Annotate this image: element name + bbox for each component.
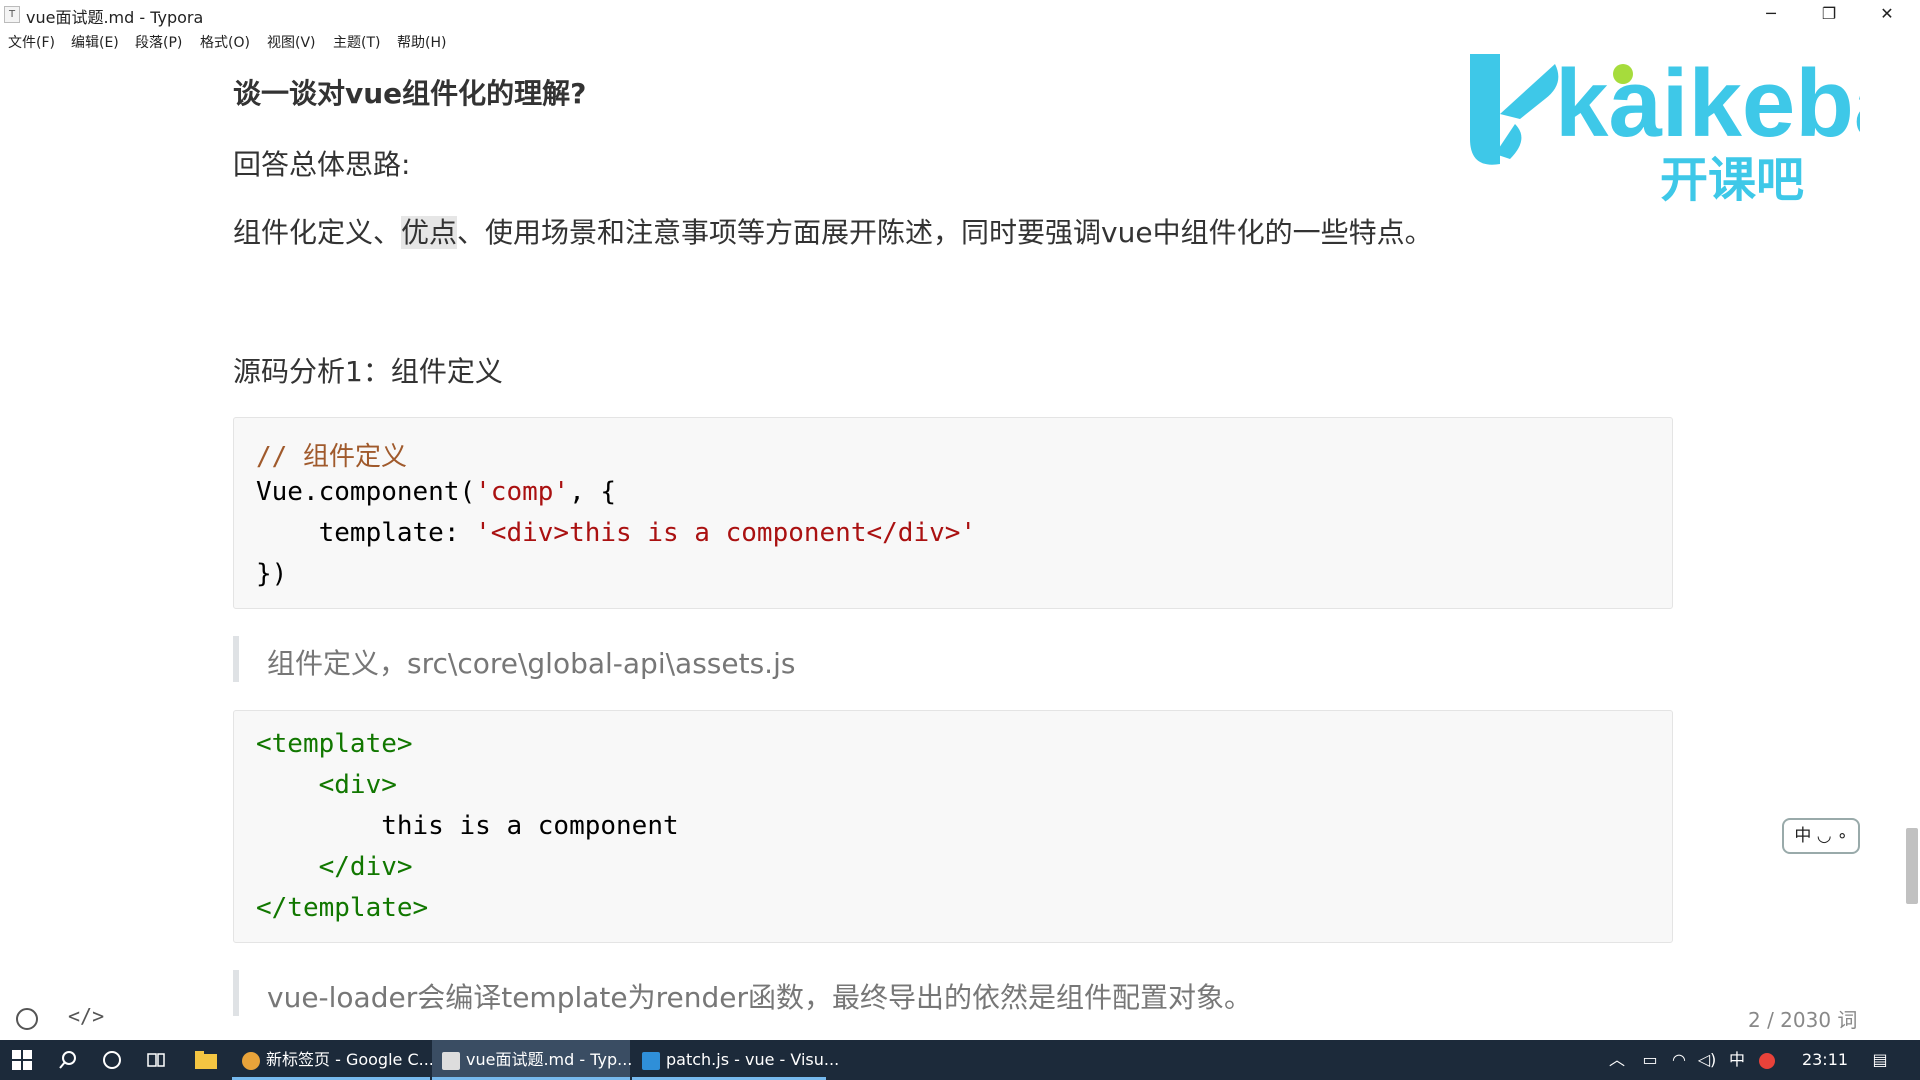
menu-help[interactable]: 帮助(H) bbox=[397, 32, 446, 52]
window-title: vue面试题.md - Typora bbox=[26, 8, 204, 27]
volume-icon[interactable]: ◁) bbox=[1696, 1040, 1718, 1080]
maximize-button[interactable]: ❐ bbox=[1800, 0, 1858, 28]
logo-text: kaikeba bbox=[1555, 50, 1860, 157]
menu-paragraph[interactable]: 段落(P) bbox=[135, 32, 182, 52]
blockquote-vue-loader: vue-loader会编译template为render函数，最终导出的依然是组… bbox=[267, 981, 1253, 1014]
answer-text-before: 组件化定义、 bbox=[233, 216, 402, 249]
answer-approach-label: 回答总体思路: bbox=[233, 148, 411, 181]
code-block-component-definition[interactable]: // 组件定义 Vue.component('comp', { template… bbox=[233, 417, 1673, 609]
cortana-icon[interactable] bbox=[90, 1040, 134, 1080]
answer-paragraph: 组件化定义、优点、使用场景和注意事项等方面展开陈述，同时要强调vue中组件化的一… bbox=[233, 211, 1433, 251]
search-icon[interactable] bbox=[46, 1040, 90, 1080]
word-count[interactable]: 2 / 2030 词 bbox=[1748, 1004, 1857, 1033]
menu-view[interactable]: 视图(V) bbox=[267, 32, 316, 52]
vscode-icon bbox=[642, 1051, 660, 1070]
source-analysis-heading: 源码分析1：组件定义 bbox=[233, 355, 503, 388]
input-language-indicator[interactable]: 中 bbox=[1726, 1040, 1748, 1080]
show-hidden-icons-chevron-icon[interactable]: ︿ bbox=[1606, 1040, 1628, 1080]
blockquote-bar bbox=[233, 636, 239, 682]
wifi-icon[interactable]: ◠ bbox=[1668, 1040, 1690, 1080]
kaikeba-logo: kaikeba 开课吧 bbox=[1470, 50, 1860, 204]
blockquote-bar bbox=[233, 970, 239, 1016]
menu-edit[interactable]: 编辑(E) bbox=[71, 32, 119, 52]
taskbar-chrome[interactable]: 新标签页 - Google C... bbox=[232, 1040, 434, 1080]
task-view-icon[interactable] bbox=[134, 1040, 178, 1080]
chrome-icon bbox=[242, 1051, 260, 1070]
code-comment: // 组件定义 bbox=[256, 442, 407, 472]
menu-format[interactable]: 格式(O) bbox=[200, 32, 250, 52]
windows-start-icon[interactable] bbox=[0, 1040, 44, 1080]
battery-icon[interactable]: ▭ bbox=[1638, 1040, 1662, 1080]
ime-status-widget[interactable]: 中 ◡ ∘ bbox=[1782, 818, 1860, 854]
file-explorer-icon[interactable] bbox=[184, 1040, 228, 1080]
blockquote-assets-path: 组件定义，src\core\global-api\assets.js bbox=[267, 647, 796, 680]
answer-text-after: 、使用场景和注意事项等方面展开陈述，同时要强调vue中组件化的一些特点。 bbox=[457, 216, 1433, 249]
code-line-4: }) bbox=[256, 559, 288, 589]
scrollbar-thumb[interactable] bbox=[1906, 828, 1918, 904]
menu-theme[interactable]: 主题(T) bbox=[333, 32, 380, 52]
windows-taskbar: 新标签页 - Google C... vue面试题.md - Typ... pa… bbox=[0, 1040, 1920, 1080]
minimize-button[interactable]: ─ bbox=[1742, 0, 1800, 28]
question-heading: 谈一谈对vue组件化的理解? bbox=[233, 77, 587, 110]
selected-word: 优点 bbox=[401, 216, 458, 249]
source-code-toggle-icon[interactable]: </> bbox=[68, 1004, 104, 1028]
code-line-3: template: '<div>this is a component</div… bbox=[256, 518, 977, 548]
clock[interactable]: 23:11 bbox=[1800, 1040, 1850, 1080]
typora-app-icon: T bbox=[4, 6, 20, 23]
code-div-open: <div> bbox=[256, 770, 397, 800]
code-line-2: Vue.component('comp', { bbox=[256, 477, 617, 507]
code-div-close: </div> bbox=[256, 852, 413, 882]
code-template-close: </template> bbox=[256, 893, 429, 923]
notification-center-icon[interactable]: ▤ bbox=[1866, 1040, 1894, 1080]
menu-file[interactable]: 文件(F) bbox=[8, 32, 55, 52]
typora-icon bbox=[442, 1051, 460, 1070]
code-template-open: <template> bbox=[256, 729, 413, 759]
taskbar-typora[interactable]: vue面试题.md - Typ... bbox=[432, 1040, 632, 1080]
taskbar-vscode[interactable]: patch.js - vue - Visu... bbox=[632, 1040, 839, 1080]
title-bar: T vue面试题.md - Typora ─ ❐ ✕ bbox=[0, 0, 1920, 28]
sogou-ime-icon[interactable] bbox=[1756, 1040, 1778, 1080]
code-text-content: this is a component bbox=[256, 811, 679, 841]
code-block-template[interactable]: <template> <div> this is a component </d… bbox=[233, 710, 1673, 943]
logo-subtext: 开课吧 bbox=[1660, 152, 1804, 204]
outline-toggle-icon[interactable] bbox=[16, 1008, 38, 1030]
close-button[interactable]: ✕ bbox=[1858, 0, 1916, 28]
